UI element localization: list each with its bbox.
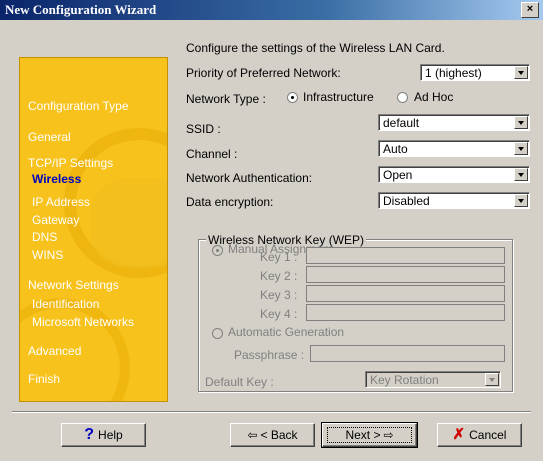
next-button[interactable]: Next > ⇨ [321, 422, 418, 448]
key2-label: Key 2 : [260, 269, 298, 283]
manual-assignment-radio[interactable] [212, 245, 223, 256]
encryption-label: Data encryption: [186, 195, 274, 209]
ssid-combobox[interactable]: default [378, 114, 530, 131]
sidebar-decoration [90, 178, 167, 268]
sidebar-item-ip-address[interactable]: IP Address [32, 195, 90, 209]
infrastructure-radio[interactable] [287, 92, 298, 103]
page-description: Configure the settings of the Wireless L… [186, 41, 445, 55]
auth-label: Network Authentication: [186, 171, 313, 185]
back-button[interactable]: ⇦ < Back [230, 423, 315, 447]
encryption-dropdown[interactable]: Disabled [378, 192, 530, 209]
cancel-button[interactable]: ✗ Cancel [437, 423, 522, 447]
key1-input[interactable] [306, 247, 505, 264]
automatic-generation-label: Automatic Generation [228, 325, 345, 339]
sidebar-item-configuration-type[interactable]: Configuration Type [28, 99, 129, 113]
chevron-down-icon[interactable] [514, 66, 528, 79]
sidebar-item-wireless[interactable]: Wireless [32, 172, 81, 186]
close-button[interactable]: × [521, 2, 539, 18]
ssid-value: default [383, 116, 420, 130]
channel-label: Channel : [186, 147, 238, 161]
encryption-value: Disabled [383, 194, 430, 208]
cancel-button-label: Cancel [469, 428, 507, 442]
key2-input[interactable] [306, 266, 505, 283]
sidebar-item-general[interactable]: General [28, 130, 71, 144]
key4-input[interactable] [306, 304, 505, 321]
passphrase-input[interactable] [310, 345, 505, 362]
window-title: New Configuration Wizard [5, 2, 157, 17]
automatic-generation-radio[interactable] [212, 328, 223, 339]
sidebar-item-dns[interactable]: DNS [32, 230, 57, 244]
priority-value: 1 (highest) [425, 66, 482, 80]
adhoc-radio[interactable] [397, 92, 408, 103]
red-x-icon: ✗ [452, 426, 466, 443]
sidebar-item-finish[interactable]: Finish [28, 372, 60, 386]
key4-label: Key 4 : [260, 307, 298, 321]
ssid-label: SSID : [186, 122, 221, 136]
key1-label: Key 1 : [260, 250, 298, 264]
focus-rectangle [327, 427, 412, 443]
wizard-sidebar: Configuration Type General TCP/IP Settin… [19, 57, 168, 402]
key3-label: Key 3 : [260, 288, 298, 302]
chevron-down-icon[interactable] [514, 194, 528, 207]
help-button-label: Help [98, 428, 123, 442]
chevron-down-icon[interactable] [514, 116, 528, 129]
network-type-label: Network Type : [186, 92, 266, 106]
help-button[interactable]: ? Help [61, 423, 146, 447]
wizard-window: Configuration Type General TCP/IP Settin… [0, 20, 543, 461]
question-mark-icon: ? [84, 426, 95, 443]
sidebar-item-microsoft-networks[interactable]: Microsoft Networks [32, 315, 134, 329]
key3-input[interactable] [306, 285, 505, 302]
adhoc-label[interactable]: Ad Hoc [414, 90, 453, 104]
left-arrow-icon: ⇦ [247, 428, 258, 442]
default-key-label: Default Key : [205, 375, 274, 389]
chevron-down-icon[interactable] [514, 142, 528, 155]
priority-dropdown[interactable]: 1 (highest) [420, 64, 530, 81]
default-key-value: Key Rotation [370, 373, 439, 387]
chevron-down-icon[interactable] [485, 373, 499, 386]
sidebar-item-wins[interactable]: WINS [32, 248, 63, 262]
sidebar-item-network-settings[interactable]: Network Settings [28, 278, 119, 292]
sidebar-item-gateway[interactable]: Gateway [32, 213, 79, 227]
title-bar: New Configuration Wizard × [0, 0, 543, 20]
default-key-dropdown[interactable]: Key Rotation [365, 371, 501, 388]
sidebar-item-identification[interactable]: Identification [32, 297, 99, 311]
sidebar-item-advanced[interactable]: Advanced [28, 344, 81, 358]
infrastructure-label[interactable]: Infrastructure [303, 90, 374, 104]
auth-dropdown[interactable]: Open [378, 166, 530, 183]
footer-divider [12, 411, 531, 413]
priority-label: Priority of Preferred Network: [186, 66, 341, 80]
sidebar-item-tcpip-settings[interactable]: TCP/IP Settings [28, 156, 113, 170]
chevron-down-icon[interactable] [514, 168, 528, 181]
back-button-label: < Back [260, 428, 298, 442]
auth-value: Open [383, 168, 413, 182]
passphrase-label: Passphrase : [234, 348, 305, 362]
channel-dropdown[interactable]: Auto [378, 140, 530, 157]
close-icon: × [526, 3, 534, 15]
channel-value: Auto [383, 142, 408, 156]
